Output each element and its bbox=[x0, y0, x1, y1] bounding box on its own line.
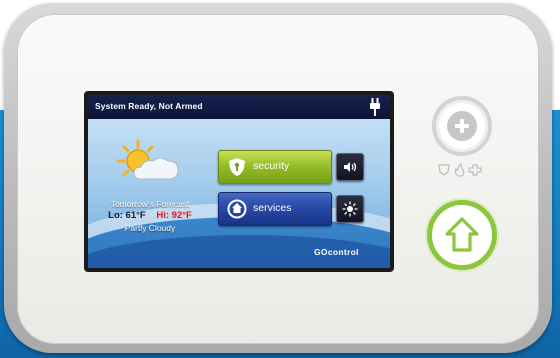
police-icon bbox=[438, 164, 450, 176]
fire-icon bbox=[454, 163, 465, 177]
services-icon bbox=[227, 199, 247, 219]
services-button[interactable]: services bbox=[218, 192, 332, 226]
brightness-icon bbox=[342, 201, 358, 217]
power-plug-icon bbox=[370, 98, 380, 116]
forecast-conditions: Partly Cloudy bbox=[124, 223, 176, 233]
forecast-title: Tomorrow's Forecast bbox=[110, 199, 190, 209]
services-button-label: services bbox=[253, 202, 292, 214]
plus-icon bbox=[455, 119, 469, 133]
low-temperature: Lo: 61°F bbox=[108, 210, 146, 221]
shield-icon bbox=[229, 158, 245, 176]
touchscreen: System Ready, Not Armed Tomorrow's Forec… bbox=[88, 95, 390, 268]
security-button-label: security bbox=[253, 160, 290, 172]
plus-button-inner bbox=[447, 111, 477, 141]
security-button[interactable]: security bbox=[218, 150, 332, 184]
volume-icon bbox=[344, 162, 357, 172]
home-icon bbox=[445, 217, 479, 252]
high-temperature: Hi: 92°F bbox=[156, 210, 192, 221]
status-bar: System Ready, Not Armed bbox=[88, 95, 390, 119]
system-status-text: System Ready, Not Armed bbox=[95, 101, 203, 111]
medical-cross-icon bbox=[468, 164, 482, 176]
volume-button[interactable] bbox=[336, 153, 364, 181]
partly-cloudy-icon bbox=[116, 139, 179, 180]
plus-button[interactable] bbox=[432, 96, 492, 156]
gocontrol-logo: GOcontrol bbox=[310, 245, 382, 261]
brightness-button[interactable] bbox=[336, 195, 364, 223]
panic-indicators bbox=[438, 163, 482, 177]
forecast-temperatures: Lo: 61°F Hi: 92°F bbox=[88, 210, 212, 221]
home-button[interactable] bbox=[427, 200, 497, 270]
brand-name: GOcontrol bbox=[314, 247, 359, 257]
